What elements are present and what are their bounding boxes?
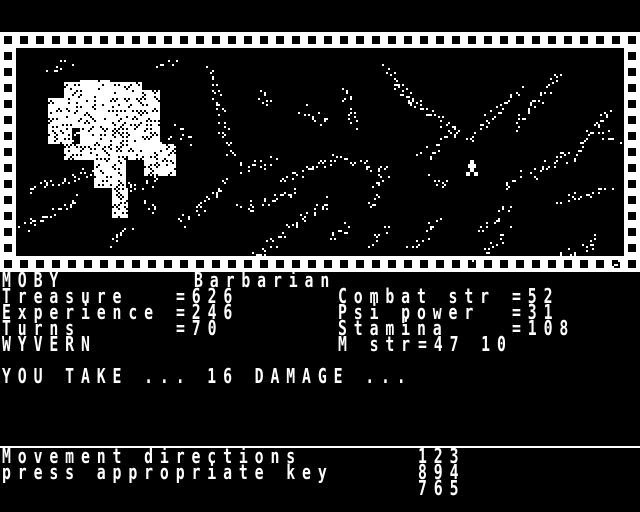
border-cell (224, 32, 240, 48)
border-cell (128, 256, 144, 272)
border-cell (0, 240, 16, 256)
border-cell (624, 80, 640, 96)
border-cell (320, 32, 336, 48)
border-cell (96, 256, 112, 272)
border-cell (544, 32, 560, 48)
border-cell (32, 32, 48, 48)
border-cell (528, 256, 544, 272)
border-cell (496, 256, 512, 272)
border-cell (624, 176, 640, 192)
border-cell (624, 32, 640, 48)
monster-strength-label: M str (338, 332, 417, 356)
border-cell (624, 64, 640, 80)
border-cell (192, 32, 208, 48)
border-cell (368, 256, 384, 272)
border-cell (160, 256, 176, 272)
border-cell (608, 32, 624, 48)
border-cell (432, 256, 448, 272)
border-cell (400, 32, 416, 48)
border-cell (448, 256, 464, 272)
keypad-row-3: 765 (418, 476, 466, 500)
border-cell (176, 256, 192, 272)
border-cell (0, 32, 16, 48)
border-cell (64, 32, 80, 48)
border-cell (384, 256, 400, 272)
border-cell (432, 32, 448, 48)
border-cell (0, 192, 16, 208)
border-cell (0, 208, 16, 224)
border-cell (256, 32, 272, 48)
border-cell (528, 32, 544, 48)
border-cell (624, 256, 640, 272)
border-cell (560, 256, 576, 272)
border-cell (80, 32, 96, 48)
border-cell (240, 32, 256, 48)
stamina-value: =108 (512, 316, 576, 340)
map-view (0, 32, 640, 272)
border-cell (0, 96, 16, 112)
border-cell (624, 144, 640, 160)
monster-strength-value: =47 10 (418, 332, 513, 356)
border-cell (336, 256, 352, 272)
border-cell (304, 32, 320, 48)
border-cell (160, 32, 176, 48)
border-cell (624, 96, 640, 112)
border-cell (368, 32, 384, 48)
border-cell (112, 32, 128, 48)
border-cell (624, 128, 640, 144)
border-cell (480, 32, 496, 48)
border-cell (448, 32, 464, 48)
border-cell (176, 32, 192, 48)
border-cell (0, 128, 16, 144)
border-cell (400, 256, 416, 272)
border-cell (352, 256, 368, 272)
combat-message: YOU TAKE ... 16 DAMAGE ... (2, 364, 413, 388)
border-cell (112, 256, 128, 272)
border-cell (288, 32, 304, 48)
border-cell (624, 48, 640, 64)
border-cell (0, 64, 16, 80)
border-cell (592, 32, 608, 48)
border-cell (624, 224, 640, 240)
border-cell (64, 256, 80, 272)
border-cell (16, 32, 32, 48)
border-cell (144, 32, 160, 48)
monster-name: WYVERN (2, 332, 97, 356)
border-cell (416, 32, 432, 48)
border-cell (592, 256, 608, 272)
border-cell (144, 256, 160, 272)
border-cell (0, 160, 16, 176)
border-cell (384, 32, 400, 48)
border-cell (624, 192, 640, 208)
border-cell (576, 256, 592, 272)
turns-value: =70 (176, 316, 224, 340)
border-cell (0, 48, 16, 64)
border-cell (624, 240, 640, 256)
border-cell (624, 208, 640, 224)
border-cell (512, 32, 528, 48)
border-cell (0, 224, 16, 240)
border-cell (0, 144, 16, 160)
border-cell (496, 32, 512, 48)
border-cell (352, 32, 368, 48)
border-cell (480, 256, 496, 272)
border-cell (80, 256, 96, 272)
border-cell (96, 32, 112, 48)
border-cell (0, 80, 16, 96)
border-cell (416, 256, 432, 272)
border-cell (624, 160, 640, 176)
border-cell (512, 256, 528, 272)
border-cell (0, 176, 16, 192)
border-cell (464, 32, 480, 48)
border-cell (272, 32, 288, 48)
border-cell (624, 112, 640, 128)
key-prompt: press appropriate key (2, 460, 334, 484)
border-cell (0, 112, 16, 128)
border-cell (336, 32, 352, 48)
border-cell (208, 32, 224, 48)
border-cell (48, 32, 64, 48)
border-cell (560, 32, 576, 48)
border-cell (576, 32, 592, 48)
border-cell (128, 32, 144, 48)
